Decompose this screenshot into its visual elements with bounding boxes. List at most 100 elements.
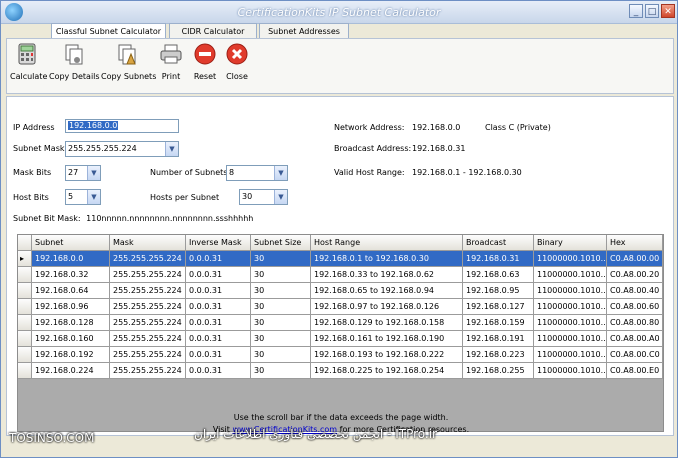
cell-subnet[interactable]: 192.168.0.64: [32, 283, 110, 299]
cell-host-range[interactable]: 192.168.0.65 to 192.168.0.94: [311, 283, 463, 299]
row-header[interactable]: [18, 331, 32, 347]
selected-row-marker-icon[interactable]: ▸: [18, 251, 32, 267]
cell-binary[interactable]: 11000000.1010...: [534, 283, 607, 299]
cell-hex[interactable]: C0.A8.00.A0: [607, 331, 663, 347]
cell-mask[interactable]: 255.255.255.224: [110, 363, 186, 379]
cell-hex[interactable]: C0.A8.00.60: [607, 299, 663, 315]
mask-bits-select[interactable]: 27 ▼: [65, 165, 101, 181]
cell-mask[interactable]: 255.255.255.224: [110, 251, 186, 267]
cell-subnet-size[interactable]: 30: [251, 251, 311, 267]
cell-inverse-mask[interactable]: 0.0.0.31: [186, 283, 251, 299]
maximize-button[interactable]: □: [645, 4, 659, 18]
cell-hex[interactable]: C0.A8.00.C0: [607, 347, 663, 363]
cell-binary[interactable]: 11000000.1010...: [534, 363, 607, 379]
cell-host-range[interactable]: 192.168.0.129 to 192.168.0.158: [311, 315, 463, 331]
cell-subnet[interactable]: 192.168.0.160: [32, 331, 110, 347]
chevron-down-icon[interactable]: ▼: [274, 166, 287, 180]
cell-host-range[interactable]: 192.168.0.1 to 192.168.0.30: [311, 251, 463, 267]
tab-subnet-addresses[interactable]: Subnet Addresses: [259, 23, 349, 38]
cell-broadcast[interactable]: 192.168.0.191: [463, 331, 534, 347]
cell-host-range[interactable]: 192.168.0.225 to 192.168.0.254: [311, 363, 463, 379]
column-header-broadcast[interactable]: Broadcast: [463, 235, 534, 251]
cell-broadcast[interactable]: 192.168.0.95: [463, 283, 534, 299]
cell-subnet-size[interactable]: 30: [251, 347, 311, 363]
cell-mask[interactable]: 255.255.255.224: [110, 315, 186, 331]
num-subnets-select[interactable]: 8 ▼: [226, 165, 288, 181]
column-header-subnet-size[interactable]: Subnet Size: [251, 235, 311, 251]
row-header[interactable]: [18, 363, 32, 379]
cell-inverse-mask[interactable]: 0.0.0.31: [186, 315, 251, 331]
cell-mask[interactable]: 255.255.255.224: [110, 299, 186, 315]
cell-mask[interactable]: 255.255.255.224: [110, 347, 186, 363]
chevron-down-icon[interactable]: ▼: [274, 190, 287, 204]
tab-classful-subnet-calculator[interactable]: Classful Subnet Calculator: [51, 23, 166, 39]
cell-hex[interactable]: C0.A8.00.00: [607, 251, 663, 267]
cell-binary[interactable]: 11000000.1010...: [534, 347, 607, 363]
cell-host-range[interactable]: 192.168.0.97 to 192.168.0.126: [311, 299, 463, 315]
row-header[interactable]: [18, 283, 32, 299]
cell-host-range[interactable]: 192.168.0.193 to 192.168.0.222: [311, 347, 463, 363]
hosts-per-subnet-select[interactable]: 30 ▼: [239, 189, 288, 205]
cell-subnet-size[interactable]: 30: [251, 315, 311, 331]
cell-subnet-size[interactable]: 30: [251, 267, 311, 283]
column-header-mask[interactable]: Mask: [110, 235, 186, 251]
cell-inverse-mask[interactable]: 0.0.0.31: [186, 251, 251, 267]
cell-subnet[interactable]: 192.168.0.0: [32, 251, 110, 267]
cell-inverse-mask[interactable]: 0.0.0.31: [186, 347, 251, 363]
cell-subnet[interactable]: 192.168.0.96: [32, 299, 110, 315]
cell-binary[interactable]: 11000000.1010...: [534, 299, 607, 315]
close-window-button[interactable]: ✕: [661, 4, 675, 18]
cell-inverse-mask[interactable]: 0.0.0.31: [186, 331, 251, 347]
cell-hex[interactable]: C0.A8.00.40: [607, 283, 663, 299]
column-header-inverse-mask[interactable]: Inverse Mask: [186, 235, 251, 251]
cell-inverse-mask[interactable]: 0.0.0.31: [186, 267, 251, 283]
cell-broadcast[interactable]: 192.168.0.159: [463, 315, 534, 331]
cell-host-range[interactable]: 192.168.0.33 to 192.168.0.62: [311, 267, 463, 283]
cell-subnet-size[interactable]: 30: [251, 363, 311, 379]
cell-binary[interactable]: 11000000.1010...: [534, 251, 607, 267]
cell-subnet[interactable]: 192.168.0.32: [32, 267, 110, 283]
ip-address-input[interactable]: 192.168.0.0: [65, 119, 179, 133]
cell-subnet-size[interactable]: 30: [251, 283, 311, 299]
cell-broadcast[interactable]: 192.168.0.31: [463, 251, 534, 267]
column-header-subnet[interactable]: Subnet: [32, 235, 110, 251]
cell-hex[interactable]: C0.A8.00.80: [607, 315, 663, 331]
num-subnets-label: Number of Subnets: [150, 168, 228, 177]
chevron-down-icon[interactable]: ▼: [87, 190, 100, 204]
row-header[interactable]: [18, 299, 32, 315]
cell-inverse-mask[interactable]: 0.0.0.31: [186, 299, 251, 315]
cell-subnet-size[interactable]: 30: [251, 299, 311, 315]
cell-binary[interactable]: 11000000.1010...: [534, 315, 607, 331]
cell-binary[interactable]: 11000000.1010...: [534, 267, 607, 283]
cell-subnet-size[interactable]: 30: [251, 331, 311, 347]
row-header[interactable]: [18, 267, 32, 283]
cell-binary[interactable]: 11000000.1010...: [534, 331, 607, 347]
minimize-button[interactable]: _: [629, 4, 643, 18]
cell-broadcast[interactable]: 192.168.0.223: [463, 347, 534, 363]
cell-broadcast[interactable]: 192.168.0.127: [463, 299, 534, 315]
cell-broadcast[interactable]: 192.168.0.255: [463, 363, 534, 379]
column-header-binary[interactable]: Binary: [534, 235, 607, 251]
cell-host-range[interactable]: 192.168.0.161 to 192.168.0.190: [311, 331, 463, 347]
column-header-host-range[interactable]: Host Range: [311, 235, 463, 251]
chevron-down-icon[interactable]: ▼: [87, 166, 100, 180]
cell-broadcast[interactable]: 192.168.0.63: [463, 267, 534, 283]
cell-mask[interactable]: 255.255.255.224: [110, 331, 186, 347]
cell-mask[interactable]: 255.255.255.224: [110, 267, 186, 283]
subnet-mask-select[interactable]: 255.255.255.224 ▼: [65, 141, 179, 157]
tab-cidr-calculator[interactable]: CIDR Calculator: [169, 23, 257, 38]
row-header[interactable]: [18, 347, 32, 363]
cell-mask[interactable]: 255.255.255.224: [110, 283, 186, 299]
subnet-table[interactable]: Subnet Mask Inverse Mask Subnet Size Hos…: [17, 234, 664, 432]
cell-subnet[interactable]: 192.168.0.192: [32, 347, 110, 363]
cell-hex[interactable]: C0.A8.00.E0: [607, 363, 663, 379]
cell-subnet[interactable]: 192.168.0.224: [32, 363, 110, 379]
cell-subnet[interactable]: 192.168.0.128: [32, 315, 110, 331]
cell-inverse-mask[interactable]: 0.0.0.31: [186, 363, 251, 379]
cell-hex[interactable]: C0.A8.00.20: [607, 267, 663, 283]
row-header[interactable]: [18, 315, 32, 331]
chevron-down-icon[interactable]: ▼: [165, 142, 178, 156]
column-header-hex[interactable]: Hex: [607, 235, 663, 251]
host-bits-select[interactable]: 5 ▼: [65, 189, 101, 205]
title-bar[interactable]: CertificationKits IP Subnet Calculator _…: [1, 1, 677, 24]
